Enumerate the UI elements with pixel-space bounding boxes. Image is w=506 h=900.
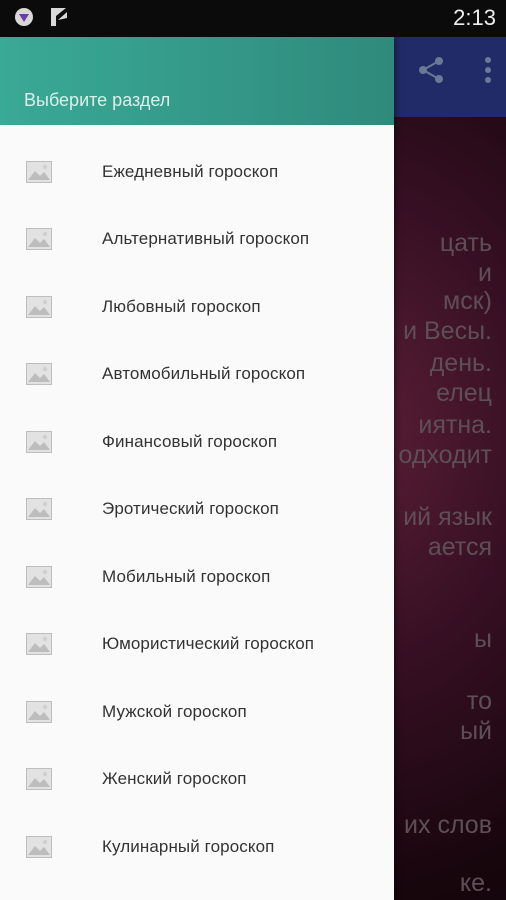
drawer-item-label: Любовный гороскоп <box>102 296 261 316</box>
drawer-header: Выберите раздел <box>0 37 394 125</box>
drawer-item-label: Кулинарный гороскоп <box>102 836 275 856</box>
drawer-item-label: Эротический гороскоп <box>102 499 279 519</box>
drawer-item-label: Мужской гороскоп <box>102 701 247 721</box>
drawer-item[interactable]: Мужской гороскоп <box>0 678 394 746</box>
drawer-item[interactable]: Женский гороскоп <box>0 746 394 814</box>
drawer-item[interactable]: Ежедневный гороскоп <box>0 138 394 206</box>
drawer-menu: Ежедневный гороскоп Альтернативный гороск… <box>0 138 394 881</box>
drawer-item-label: Женский гороскоп <box>102 769 247 789</box>
image-icon <box>26 228 52 251</box>
image-icon <box>26 700 52 723</box>
image-icon <box>26 768 52 791</box>
image-icon <box>26 295 52 318</box>
drawer-item[interactable]: Альтернативный гороскоп <box>0 206 394 274</box>
drawer-item[interactable]: Автомобильный гороскоп <box>0 341 394 409</box>
drawer-item-label: Юмористический гороскоп <box>102 634 315 654</box>
image-icon <box>26 633 52 656</box>
image-icon <box>26 160 52 183</box>
app-notification-icon <box>14 7 34 32</box>
drawer-item-label: Ежедневный гороскоп <box>102 161 279 181</box>
drawer-item[interactable]: Любовный гороскоп <box>0 273 394 341</box>
drawer-item[interactable]: Юмористический гороскоп <box>0 611 394 679</box>
drawer-item-label: Мобильный гороскоп <box>102 566 271 586</box>
drawer-item[interactable]: Кулинарный гороскоп <box>0 813 394 881</box>
drawer-item[interactable]: Мобильный гороскоп <box>0 543 394 611</box>
download-notification-icon <box>48 6 70 33</box>
image-icon <box>26 565 52 588</box>
image-icon <box>26 835 52 858</box>
image-icon <box>26 363 52 386</box>
status-time: 2:13 <box>453 5 496 30</box>
drawer-item[interactable]: Финансовый гороскоп <box>0 408 394 476</box>
image-icon <box>26 430 52 453</box>
navigation-drawer: Выберите раздел Ежедневный гороскоп Альте… <box>0 37 394 900</box>
image-icon <box>26 498 52 521</box>
drawer-item-label: Альтернативный гороскоп <box>102 229 310 249</box>
drawer-item-label: Финансовый гороскоп <box>102 431 278 451</box>
drawer-item[interactable]: Эротический гороскоп <box>0 476 394 544</box>
drawer-item-label: Автомобильный гороскоп <box>102 364 306 384</box>
status-bar: 2:13 <box>0 0 506 37</box>
drawer-header-title: Выберите раздел <box>24 90 171 110</box>
